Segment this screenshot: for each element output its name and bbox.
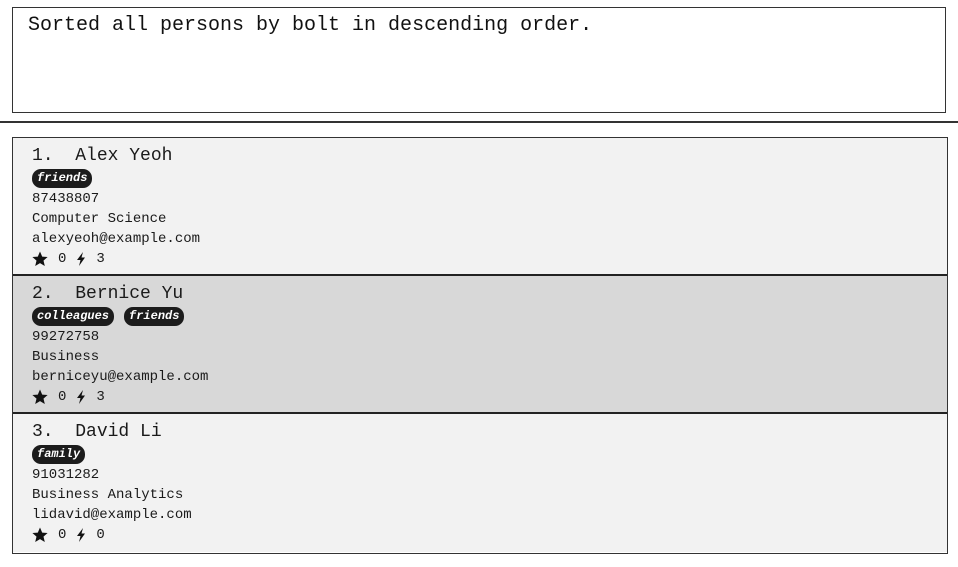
tag-badge: colleagues bbox=[32, 307, 115, 326]
email: alexyeoh@example.com bbox=[32, 231, 201, 247]
result-display: Sorted all persons by bolt in descending… bbox=[12, 7, 946, 113]
star-count: 0 bbox=[58, 251, 67, 267]
person-name: Bernice Yu bbox=[75, 284, 184, 304]
stats-row: 0 3 bbox=[32, 249, 947, 269]
person-name: David Li bbox=[75, 422, 162, 442]
bolt-count: 3 bbox=[96, 251, 105, 267]
tag-list: friends bbox=[32, 168, 947, 189]
person-index: 2. bbox=[32, 284, 54, 304]
email: berniceyu@example.com bbox=[32, 369, 209, 385]
star-icon bbox=[32, 389, 48, 404]
person-list[interactable]: 1. Alex Yeoh friends 87438807 Computer S… bbox=[12, 137, 948, 554]
person-card[interactable]: 1. Alex Yeoh friends 87438807 Computer S… bbox=[13, 138, 947, 276]
tag-badge: friends bbox=[32, 169, 93, 188]
bolt-icon bbox=[77, 390, 86, 404]
tag-list: family bbox=[32, 444, 947, 465]
person-name-line: 1. Alex Yeoh bbox=[32, 146, 947, 167]
person-card[interactable]: 2. Bernice Yu colleagues friends 9927275… bbox=[13, 276, 947, 414]
phone-number: 87438807 bbox=[32, 191, 100, 207]
bolt-icon bbox=[77, 528, 86, 542]
bolt-count: 0 bbox=[96, 527, 105, 543]
major: Computer Science bbox=[32, 211, 167, 227]
person-card[interactable]: 3. David Li family 91031282 Business Ana… bbox=[13, 414, 947, 552]
major: Business bbox=[32, 349, 100, 365]
result-message: Sorted all persons by bolt in descending… bbox=[28, 14, 593, 37]
stats-row: 0 3 bbox=[32, 387, 947, 407]
email: lidavid@example.com bbox=[32, 507, 192, 523]
tag-list: colleagues friends bbox=[32, 306, 947, 327]
tag-badge: friends bbox=[124, 307, 185, 326]
pane-divider[interactable] bbox=[0, 121, 958, 123]
person-index: 1. bbox=[32, 146, 54, 166]
person-name-line: 2. Bernice Yu bbox=[32, 284, 947, 305]
stats-row: 0 0 bbox=[32, 525, 947, 545]
tag-badge: family bbox=[32, 445, 86, 464]
phone-number: 99272758 bbox=[32, 329, 100, 345]
star-icon bbox=[32, 251, 48, 266]
major: Business Analytics bbox=[32, 487, 184, 503]
phone-number: 91031282 bbox=[32, 467, 100, 483]
person-index: 3. bbox=[32, 422, 54, 442]
person-name-line: 3. David Li bbox=[32, 422, 947, 443]
bolt-count: 3 bbox=[96, 389, 105, 405]
person-name: Alex Yeoh bbox=[75, 146, 173, 166]
bolt-icon bbox=[77, 252, 86, 266]
star-count: 0 bbox=[58, 527, 67, 543]
star-count: 0 bbox=[58, 389, 67, 405]
star-icon bbox=[32, 527, 48, 542]
